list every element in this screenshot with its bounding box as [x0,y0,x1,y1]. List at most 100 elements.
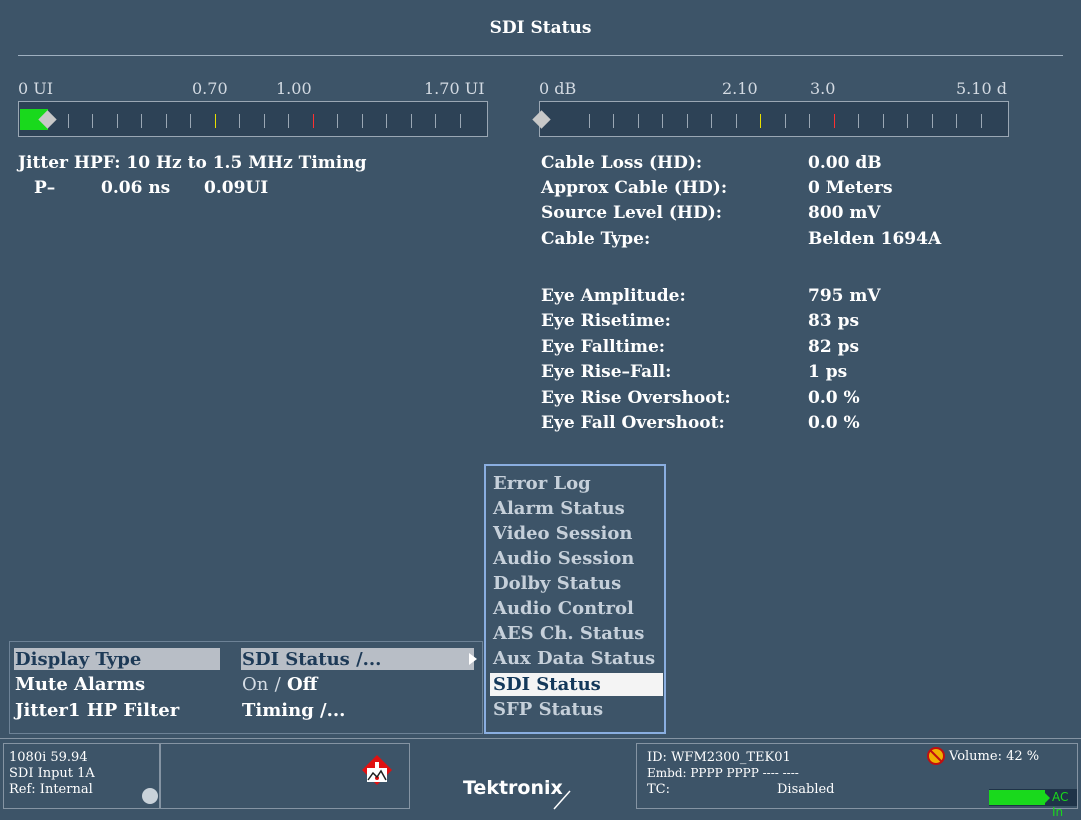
jitter-scale-label-2: 1.00 [276,79,312,98]
configuration-menu: Display Type SDI Status /... Mute Alarms… [9,641,483,734]
cable-loss-label: Cable Loss (HD): [541,153,703,173]
brand-logo: Tektronix [463,777,563,799]
jitter-meter-tick [239,114,240,128]
jitter-p-label: P– [34,178,56,198]
menu-item-audio-session[interactable]: Audio Session [490,547,663,570]
eye-amplitude-value: 795 mV [808,286,881,306]
jitter-meter-tick [141,114,142,128]
cable-meter-tick [956,114,957,128]
eye-fall-overshoot-label: Eye Fall Overshoot: [541,413,725,433]
page-title: SDI Status [489,18,592,38]
jitter-meter [18,101,488,137]
mute-alarms-label: Mute Alarms [15,674,146,695]
jitter-meter-tick [116,114,118,128]
reference-source: Ref: Internal [9,782,93,797]
cable-meter-tick [809,114,810,128]
jitter-scale-label-0: 0 UI [18,79,54,98]
status-indicator-icon [142,788,158,804]
jitter-meter-tick [92,114,93,128]
cable-pointer-icon [532,110,551,129]
eye-amplitude-label: Eye Amplitude: [541,286,686,306]
logo-swoosh-icon [553,790,571,810]
cable-scale-label-3: 5.10 d [956,79,1007,98]
cable-scale-label-0: 0 dB [539,79,577,98]
timecode-value: Disabled [777,782,835,797]
eye-rise-overshoot-label: Eye Rise Overshoot: [541,388,731,408]
eye-risetime-label: Eye Risetime: [541,311,671,331]
mute-on-option[interactable]: On [242,674,268,695]
menu-item-sdi-status[interactable]: SDI Status [490,673,663,696]
cable-meter-tick [613,114,614,128]
approx-cable-label: Approx Cable (HD): [541,178,728,198]
jitter-meter-tick [337,114,338,128]
cable-meter-tick [980,114,982,128]
jitter-filter-value[interactable]: Timing /... [242,698,345,724]
cable-meter-tick [711,114,712,128]
menu-item-dolby-status[interactable]: Dolby Status [490,572,663,595]
display-type-row[interactable]: Display Type SDI Status /... [10,647,484,672]
jitter-scale-label-1: 0.70 [192,79,228,98]
cable-meter-tick [882,114,884,128]
jitter-filter-label: Jitter1 HP Filter [15,700,180,721]
power-level-fill [989,790,1045,805]
cable-meter-tick [735,114,737,128]
cable-meter-tick [686,114,688,128]
alarm-icon [362,755,392,785]
timecode-label: TC: [647,782,670,797]
menu-item-error-log[interactable]: Error Log [490,472,663,495]
jitter-meter-tick [214,114,216,128]
eye-rise-overshoot-value: 0.0 % [808,388,860,408]
sdi-input: SDI Input 1A [9,766,95,781]
jitter-meter-tick [190,114,191,128]
cable-scale-label-1: 2.10 [722,79,758,98]
cable-meter-tick [637,114,639,128]
cable-type-value: Belden 1694A [808,229,942,249]
eye-risetime-value: 83 ps [808,311,860,331]
menu-item-aes-ch-status[interactable]: AES Ch. Status [490,622,663,645]
source-level-value: 800 mV [808,203,881,223]
ac-in-label: AC In [1052,790,1069,819]
display-type-popup-menu: Error Log Alarm Status Video Session Aud… [484,464,666,734]
mute-speaker-icon [927,747,945,765]
jitter-hpf-heading: Jitter HPF: 10 Hz to 1.5 MHz Timing [18,153,367,173]
menu-item-video-session[interactable]: Video Session [490,522,663,545]
device-status-box: ID: WFM2300_TEK01 Embd: PPPP PPPP ---- -… [636,743,1078,819]
menu-item-aux-data-status[interactable]: Aux Data Status [490,647,663,670]
menu-item-sfp-status[interactable]: SFP Status [490,698,663,721]
status-bar: 1080i 59.94 SDI Input 1A Ref: Internal T… [0,738,1081,819]
alarm-status-box [160,743,410,809]
submenu-arrow-icon [469,653,477,665]
cable-meter-tick [907,114,908,128]
jitter-meter-tick [165,114,167,128]
embedded-audio-status: Embd: PPPP PPPP ---- ---- [647,766,799,780]
power-plug-icon [1044,792,1050,804]
cable-meter-tick [662,114,663,128]
input-status-box: 1080i 59.94 SDI Input 1A Ref: Internal [3,743,160,809]
approx-cable-value: 0 Meters [808,178,893,198]
video-format: 1080i 59.94 [9,750,88,765]
jitter-ui-value: 0.09UI [204,178,269,198]
power-status: AC In [989,789,1077,819]
cable-meter-tick [931,114,933,128]
jitter-ns-value: 0.06 ns [101,178,171,198]
mute-off-option[interactable]: Off [287,674,317,695]
volume-level: Volume: 42 % [949,749,1040,764]
jitter-meter-tick [67,114,69,128]
mute-alarms-toggle[interactable]: On / Off [242,672,317,698]
jitter-meter-tick [459,114,461,128]
jitter-filter-row[interactable]: Jitter1 HP Filter Timing /... [10,698,484,723]
display-type-label: Display Type [15,649,142,670]
title-divider [18,55,1063,56]
jitter-meter-tick [288,114,289,128]
eye-rise-fall-value: 1 ps [808,362,848,382]
mute-separator: / [274,674,281,695]
jitter-meter-tick [435,114,436,128]
menu-item-audio-control[interactable]: Audio Control [490,597,663,620]
display-type-value[interactable]: SDI Status /... [242,647,381,673]
jitter-meter-tick [263,114,265,128]
jitter-scale-label-3: 1.70 UI [424,79,485,98]
cable-scale-label-2: 3.0 [810,79,836,98]
mute-alarms-row[interactable]: Mute Alarms On / Off [10,672,484,697]
menu-item-alarm-status[interactable]: Alarm Status [490,497,663,520]
eye-fall-overshoot-value: 0.0 % [808,413,860,433]
